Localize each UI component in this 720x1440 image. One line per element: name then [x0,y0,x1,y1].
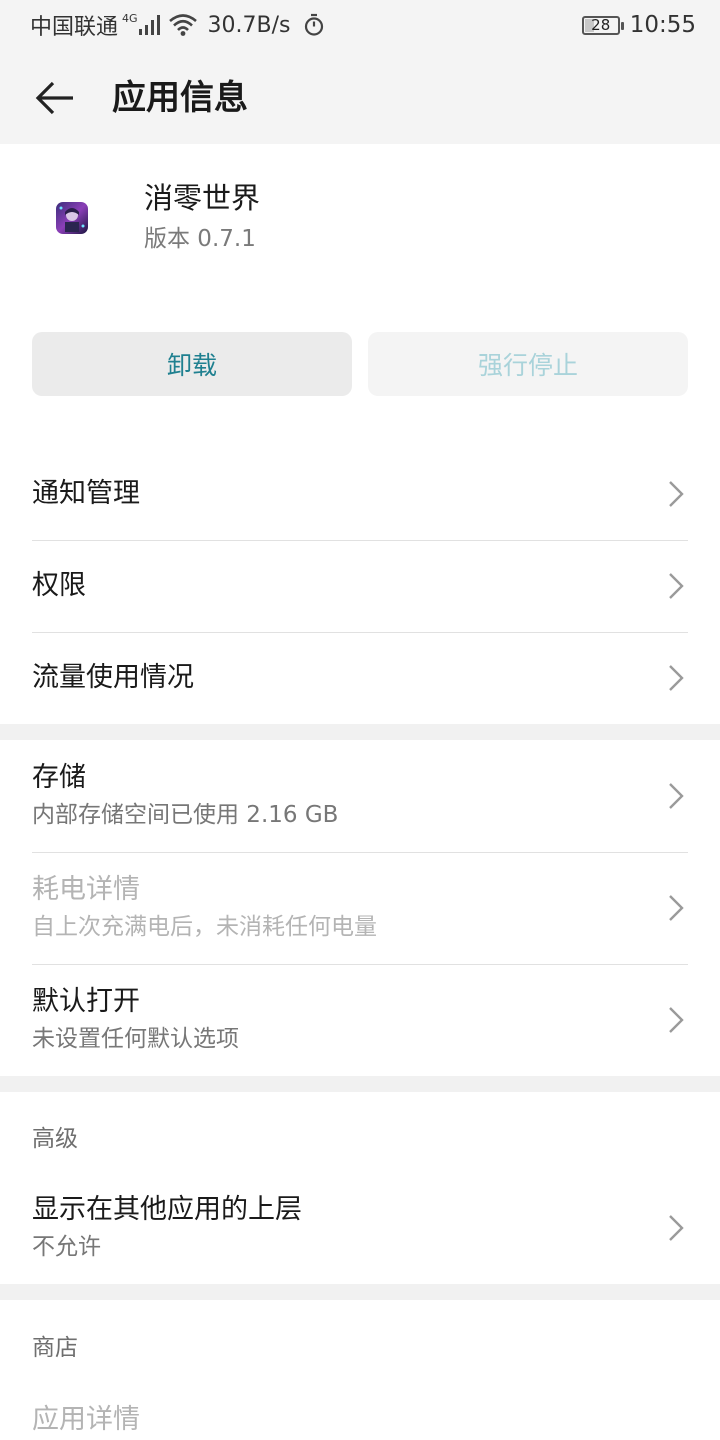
app-bar: 应用信息 [0,52,720,144]
divider [32,964,688,965]
stopwatch-icon [304,13,323,36]
chevron-right-icon [669,573,684,599]
network-speed: 30.7B/s [207,12,291,38]
chevron-right-icon [669,1007,684,1033]
store-section-title: 商店 [32,1335,78,1361]
wifi-icon [168,14,197,36]
force-stop-button[interactable]: 强行停止 [368,332,688,396]
data-usage-label: 流量使用情况 [32,662,194,693]
permissions-label: 权限 [32,570,86,601]
battery-usage-label: 耗电详情 [32,874,140,905]
section-separator [0,1076,720,1092]
app-icon [56,202,88,234]
page-title: 应用信息 [112,78,248,118]
clock: 10:55 [629,12,696,38]
back-button[interactable] [32,76,78,120]
section-separator [0,1284,720,1300]
back-arrow-icon [35,81,73,115]
chevron-right-icon [669,481,684,507]
default-open-label: 默认打开 [32,986,140,1017]
battery-usage-text: 自上次充满电后，未消耗任何电量 [32,914,377,940]
app-details-item[interactable]: 应用详情 [32,1400,688,1440]
default-open-item[interactable]: 默认打开 未设置任何默认选项 [32,982,688,1058]
storage-label: 存储 [32,762,86,793]
notification-management-item[interactable]: 通知管理 [32,474,688,514]
app-name: 消零世界 [144,181,261,215]
chevron-right-icon [669,665,684,691]
uninstall-button[interactable]: 卸载 [32,332,352,396]
notification-management-label: 通知管理 [32,478,140,509]
network-type: 4G [122,12,138,25]
divider [32,632,688,633]
display-over-other-apps-item[interactable]: 显示在其他应用的上层 不允许 [32,1190,688,1266]
chevron-right-icon [669,895,684,921]
battery-level: 28 [591,15,611,34]
chevron-right-icon [669,1215,684,1241]
status-bar-right: 28 10:55 [581,10,696,40]
storage-usage-text: 内部存储空间已使用 2.16 GB [32,802,339,828]
data-usage-item[interactable]: 流量使用情况 [32,658,688,698]
status-bar: 中国联通 4G 30.7B/s 28 10:55 [0,0,720,52]
divider [32,540,688,541]
app-version: 版本 0.7.1 [144,226,256,252]
display-over-other-apps-label: 显示在其他应用的上层 [32,1194,302,1225]
divider [32,852,688,853]
section-separator [0,724,720,740]
permissions-item[interactable]: 权限 [32,566,688,606]
battery-usage-item[interactable]: 耗电详情 自上次充满电后，未消耗任何电量 [32,870,688,946]
battery-icon: 28 [581,15,624,35]
app-details-label: 应用详情 [32,1404,140,1435]
chevron-right-icon [669,783,684,809]
storage-item[interactable]: 存储 内部存储空间已使用 2.16 GB [32,758,688,834]
app-info-header: 消零世界 版本 0.7.1 [0,144,720,304]
display-over-other-apps-value: 不允许 [32,1234,101,1260]
signal-icon [138,15,160,35]
default-open-text: 未设置任何默认选项 [32,1026,239,1052]
status-bar-left: 中国联通 4G 30.7B/s [30,10,325,40]
advanced-section-title: 高级 [32,1126,78,1152]
carrier-name: 中国联通 [30,15,119,40]
